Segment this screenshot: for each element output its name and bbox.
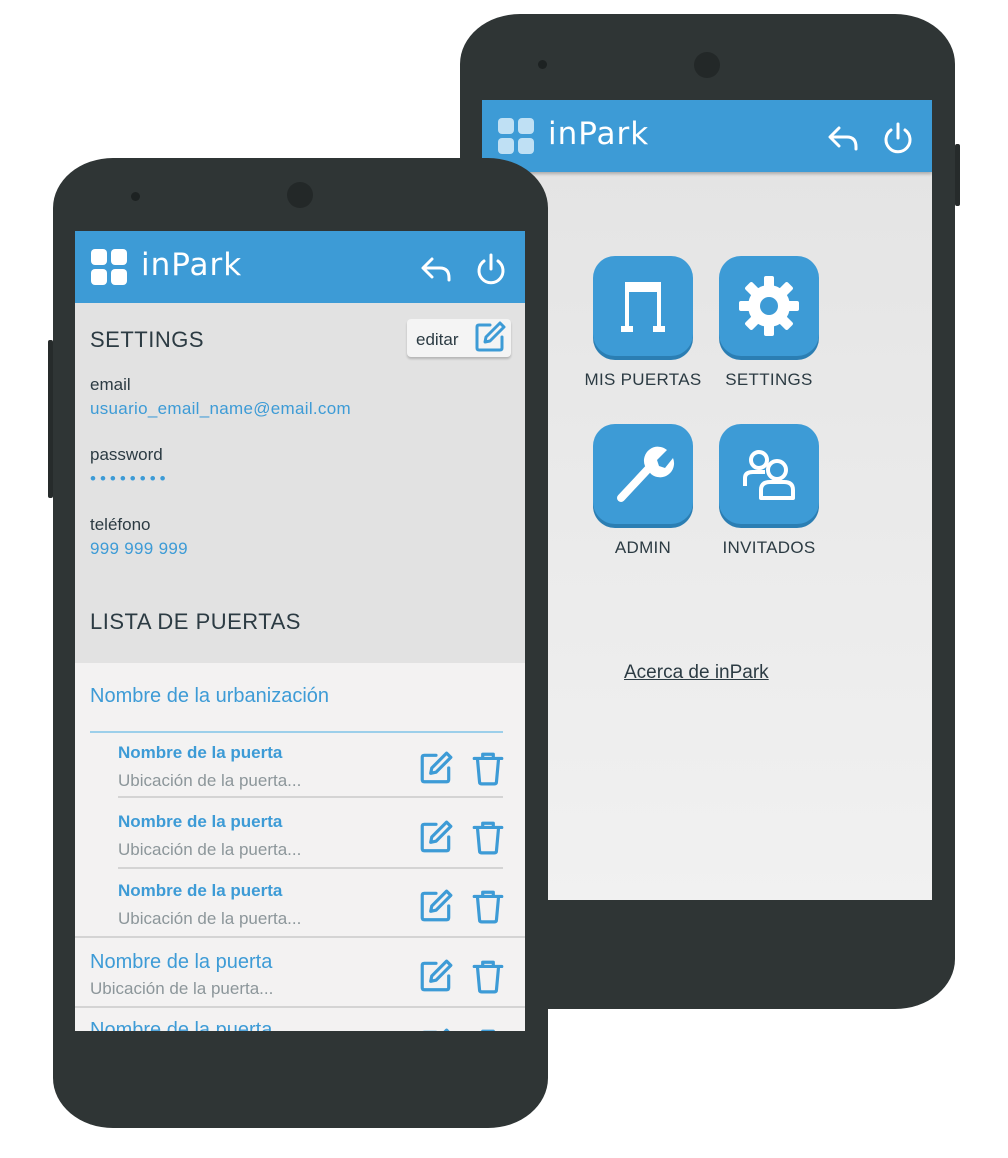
about-link[interactable]: Acerca de inPark: [624, 662, 769, 684]
power-icon[interactable]: [880, 120, 916, 156]
gear-icon[interactable]: [719, 256, 819, 356]
door-name: Nombre de la puerta: [118, 881, 283, 900]
door-location: Ubicación de la puerta...: [118, 771, 302, 790]
power-icon[interactable]: [473, 251, 509, 287]
tile-label: SETTINGS: [725, 370, 813, 389]
edit-icon[interactable]: [418, 888, 454, 924]
door-name: Nombre de la puerta: [118, 812, 283, 831]
trash-icon[interactable]: [470, 819, 506, 855]
tile-label: INVITADOS: [722, 538, 816, 557]
door-name: Nombre de la puerta: [90, 1019, 273, 1031]
tile-settings[interactable]: SETTINGS: [706, 256, 832, 390]
app-bar: inPark: [482, 100, 932, 172]
brand-title: inPark: [141, 247, 243, 283]
home-screen: inPark MIS PUERTAS SETTINGS ADMIN INVITA…: [482, 100, 932, 900]
app-logo-icon: [91, 249, 127, 285]
divider: [75, 1006, 525, 1008]
settings-panel: SETTINGS editar email usuario_email_name…: [75, 303, 525, 663]
front-camera: [694, 52, 720, 78]
side-button: [955, 144, 960, 206]
back-icon[interactable]: [825, 120, 861, 156]
settings-title: SETTINGS: [90, 327, 205, 352]
edit-icon[interactable]: [418, 1027, 454, 1031]
app-bar: inPark: [75, 231, 525, 303]
tile-label: MIS PUERTAS: [584, 370, 702, 389]
trash-icon[interactable]: [470, 888, 506, 924]
door-icon[interactable]: [593, 256, 693, 356]
wrench-icon[interactable]: [593, 424, 693, 524]
divider: [118, 867, 503, 869]
guests-icon[interactable]: [719, 424, 819, 524]
divider: [75, 936, 525, 938]
door-location: Ubicación de la puerta...: [118, 840, 302, 859]
divider: [90, 731, 503, 733]
side-button: [48, 340, 53, 498]
password-label: password: [90, 445, 163, 464]
door-location: Ubicación de la puerta...: [118, 909, 302, 928]
door-name: Nombre de la puerta: [118, 743, 283, 762]
doors-list: Nombre de la urbanización Nombre de la p…: [75, 663, 525, 1031]
trash-icon[interactable]: [470, 958, 506, 994]
door-location: Ubicación de la puerta...: [90, 979, 274, 998]
app-logo-icon: [498, 118, 534, 154]
email-label: email: [90, 375, 131, 394]
email-value: usuario_email_name@email.com: [90, 399, 351, 418]
trash-icon[interactable]: [470, 1027, 506, 1031]
edit-icon[interactable]: [418, 819, 454, 855]
trash-icon[interactable]: [470, 750, 506, 786]
front-camera: [287, 182, 313, 208]
tile-label: ADMIN: [614, 538, 672, 557]
tile-invitados[interactable]: INVITADOS: [706, 424, 832, 558]
password-value: ••••••••: [90, 469, 170, 488]
phone-label: teléfono: [90, 515, 151, 534]
sensor-dot: [538, 60, 547, 69]
divider: [118, 796, 503, 798]
brand-title: inPark: [548, 116, 650, 152]
edit-icon[interactable]: [418, 958, 454, 994]
edit-label: editar: [416, 330, 459, 349]
back-icon[interactable]: [418, 251, 454, 287]
phone-settings: inPark SETTINGS editar email usuario_ema…: [48, 158, 548, 1128]
door-name: Nombre de la puerta: [90, 951, 273, 973]
doors-section-title: LISTA DE PUERTAS: [90, 609, 301, 634]
settings-screen: inPark SETTINGS editar email usuario_ema…: [75, 231, 525, 1031]
urbanization-title[interactable]: Nombre de la urbanización: [90, 685, 329, 708]
tile-admin[interactable]: ADMIN: [580, 424, 706, 558]
tile-mis-puertas[interactable]: MIS PUERTAS: [580, 256, 706, 390]
edit-icon[interactable]: [418, 750, 454, 786]
sensor-dot: [131, 192, 140, 201]
phone-value: 999 999 999: [90, 539, 188, 558]
edit-button[interactable]: editar: [407, 319, 511, 357]
edit-icon: [475, 321, 506, 352]
